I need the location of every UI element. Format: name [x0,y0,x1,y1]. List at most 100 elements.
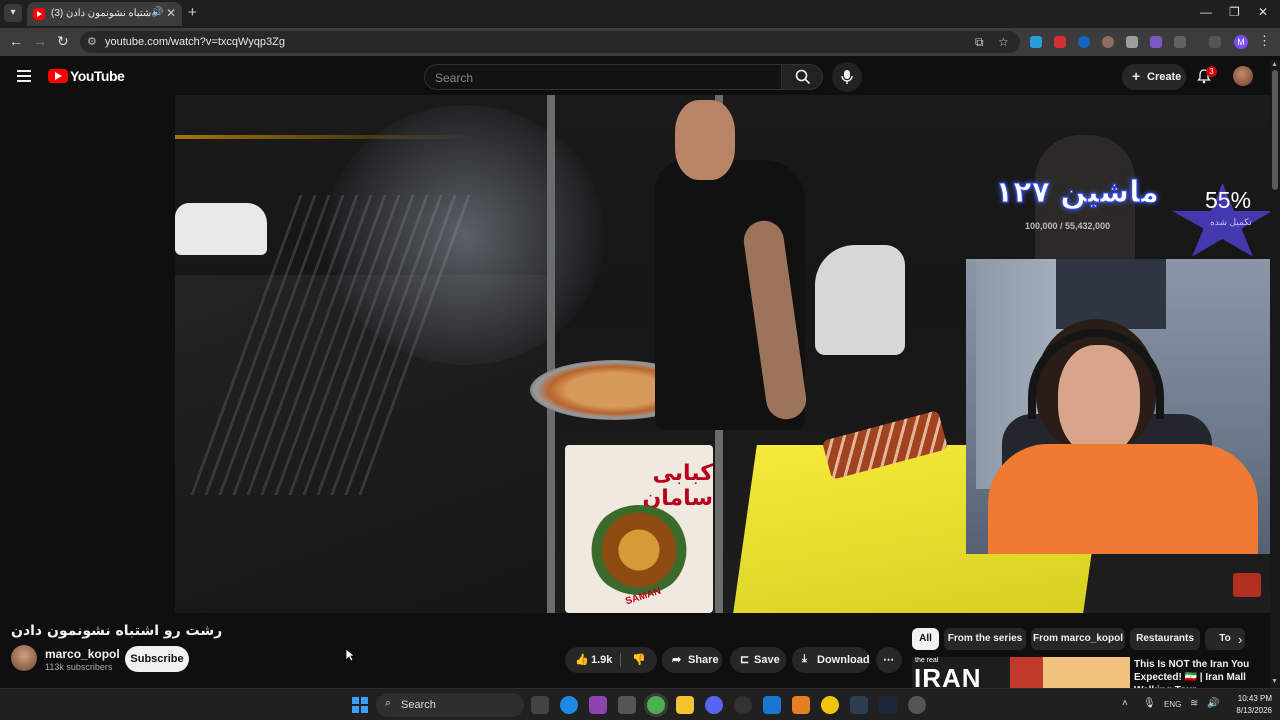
parked-car [175,203,267,255]
plus-icon: + [1132,68,1141,84]
create-label: Create [1147,71,1182,83]
shield-icon[interactable] [1126,36,1138,48]
app-icon[interactable] [589,696,607,714]
clock-date[interactable]: 8/13/2026 [1232,706,1272,715]
scroll-down-icon[interactable]: ▼ [1271,678,1278,685]
extension-icon[interactable] [1054,36,1066,48]
address-bar[interactable]: ⚙ youtube.com/watch?v=txcqWyqp3Zg ⧉ ☆ [80,31,1020,53]
discord-icon[interactable] [705,696,723,714]
page-scrollbar[interactable]: ▲ ▼ [1270,60,1280,688]
streamer-webcam [966,259,1275,554]
cast-icon[interactable]: ⧉ [975,35,984,50]
extension-icon[interactable] [1102,36,1114,48]
restore-icon[interactable]: ❐ [1229,5,1240,19]
extension-icon[interactable] [1078,36,1090,48]
app-icon[interactable] [821,696,839,714]
youtube-logo-icon[interactable] [48,69,68,83]
app-icon[interactable] [734,696,752,714]
share-icon: ➦ [672,654,682,666]
new-tab-icon[interactable]: + [188,4,197,21]
chevron-right-icon[interactable]: › [1238,632,1242,647]
like-dislike-group: 👍 1.9k 👎 [565,647,657,673]
browser-toolbar: ← → ↻ ⚙ youtube.com/watch?v=txcqWyqp3Zg … [0,28,1280,56]
mic-icon[interactable]: 🎙 [1143,698,1156,709]
language-indicator[interactable]: ENG [1164,700,1181,709]
channel-name[interactable]: marco_kopol [45,647,120,661]
bookmark-icon: ⊏ [740,654,750,666]
voice-search-button[interactable] [832,62,862,92]
video-title: رشت رو اشتباه نشونمون دادن [11,623,223,639]
scroll-up-icon[interactable]: ▲ [1271,61,1278,68]
profile-avatar[interactable]: M [1234,35,1248,49]
chip-all[interactable]: All [912,628,939,650]
more-horizontal-icon: ⋯ [883,654,894,666]
more-actions-button[interactable]: ⋯ [876,647,902,673]
url-text: youtube.com/watch?v=txcqWyqp3Zg [105,36,285,48]
dislike-icon[interactable]: 👎 [632,653,646,666]
thumbnail-big-text: IRAN [914,663,982,688]
volume-icon[interactable]: 🔊 [1207,698,1219,709]
search-icon: ⌕ [385,697,392,709]
cart-pole [547,95,555,613]
steam-icon[interactable] [879,696,897,714]
search-input[interactable]: Search [424,64,782,90]
playlist-icon[interactable] [1209,36,1221,48]
search-button[interactable] [781,64,823,90]
chip-from-series[interactable]: From the series [944,628,1026,650]
windows-start-icon[interactable] [352,697,368,713]
minimize-icon[interactable]: — [1200,5,1212,19]
goal-percent-label: تکمیل شده [1210,217,1252,227]
download-button[interactable]: ⤓ Download [792,647,870,673]
task-view-icon[interactable] [531,696,549,714]
speaker-icon[interactable]: 🔊 [151,7,163,18]
close-tab-icon[interactable]: ✕ [166,6,176,20]
tray-chevron-icon[interactable]: ˄ [1122,698,1128,709]
save-button[interactable]: ⊏ Save [730,647,786,673]
app-icon[interactable] [792,696,810,714]
clock-time[interactable]: 10:43 PM [1232,694,1272,703]
app-icon[interactable] [850,696,868,714]
tab-search-icon[interactable]: ▾ [4,4,22,22]
file-explorer-icon[interactable] [676,696,694,714]
channel-avatar[interactable] [11,645,37,671]
browser-tab[interactable]: (3) رشت رو اشتباه نشونمون دادن 🔊 ✕ [27,2,182,26]
extension-icon[interactable] [1030,36,1042,48]
chip-restaurants[interactable]: Restaurants [1130,628,1200,650]
taskbar-search[interactable]: ⌕ Search [376,693,524,717]
close-window-icon[interactable]: ✕ [1258,5,1268,19]
search-icon [795,69,811,85]
app-icon[interactable] [618,696,636,714]
like-count[interactable]: 1.9k [591,654,612,666]
scroll-thumb[interactable] [1272,70,1278,190]
bookmark-star-icon[interactable]: ☆ [998,35,1009,49]
cook-head [675,100,735,180]
reload-icon[interactable]: ↻ [57,33,69,50]
channel-watermark[interactable] [1233,573,1261,597]
share-button[interactable]: ➦ Share [662,647,722,673]
video-player[interactable]: کبابی سامان SAMAN ماشین ۱۲۷ 100,000 / 55… [175,95,1275,613]
like-icon[interactable]: 👍 [575,653,589,666]
recommendation-thumbnail[interactable]: the real IRAN [912,657,1130,688]
mouse-cursor-icon [345,648,355,662]
chip-from-channel[interactable]: From marco_kopol [1031,628,1125,650]
edge-icon[interactable] [560,696,578,714]
account-avatar[interactable] [1233,66,1253,86]
media-player-icon[interactable] [908,696,926,714]
mic-icon [841,70,853,84]
extension-icon[interactable] [1150,36,1162,48]
create-button[interactable]: + Create [1122,64,1186,90]
subscribe-button[interactable]: Subscribe [125,646,189,672]
back-icon[interactable]: ← [9,33,23,49]
taskbar-search-label: Search [401,699,436,711]
menu-icon[interactable] [17,70,31,82]
app-icon[interactable] [763,696,781,714]
chrome-icon[interactable] [647,696,665,714]
kebab-cart-sign: کبابی سامان SAMAN [565,445,713,613]
site-info-icon[interactable]: ⚙ [87,35,97,48]
menu-kebab-icon[interactable]: ⋮ [1258,33,1271,49]
notification-count-badge: 3 [1206,66,1217,77]
puzzle-icon[interactable] [1174,36,1186,48]
youtube-wordmark[interactable]: YouTube [70,68,125,84]
forward-icon[interactable]: → [33,33,47,49]
wifi-icon[interactable]: ≋ [1190,698,1198,709]
